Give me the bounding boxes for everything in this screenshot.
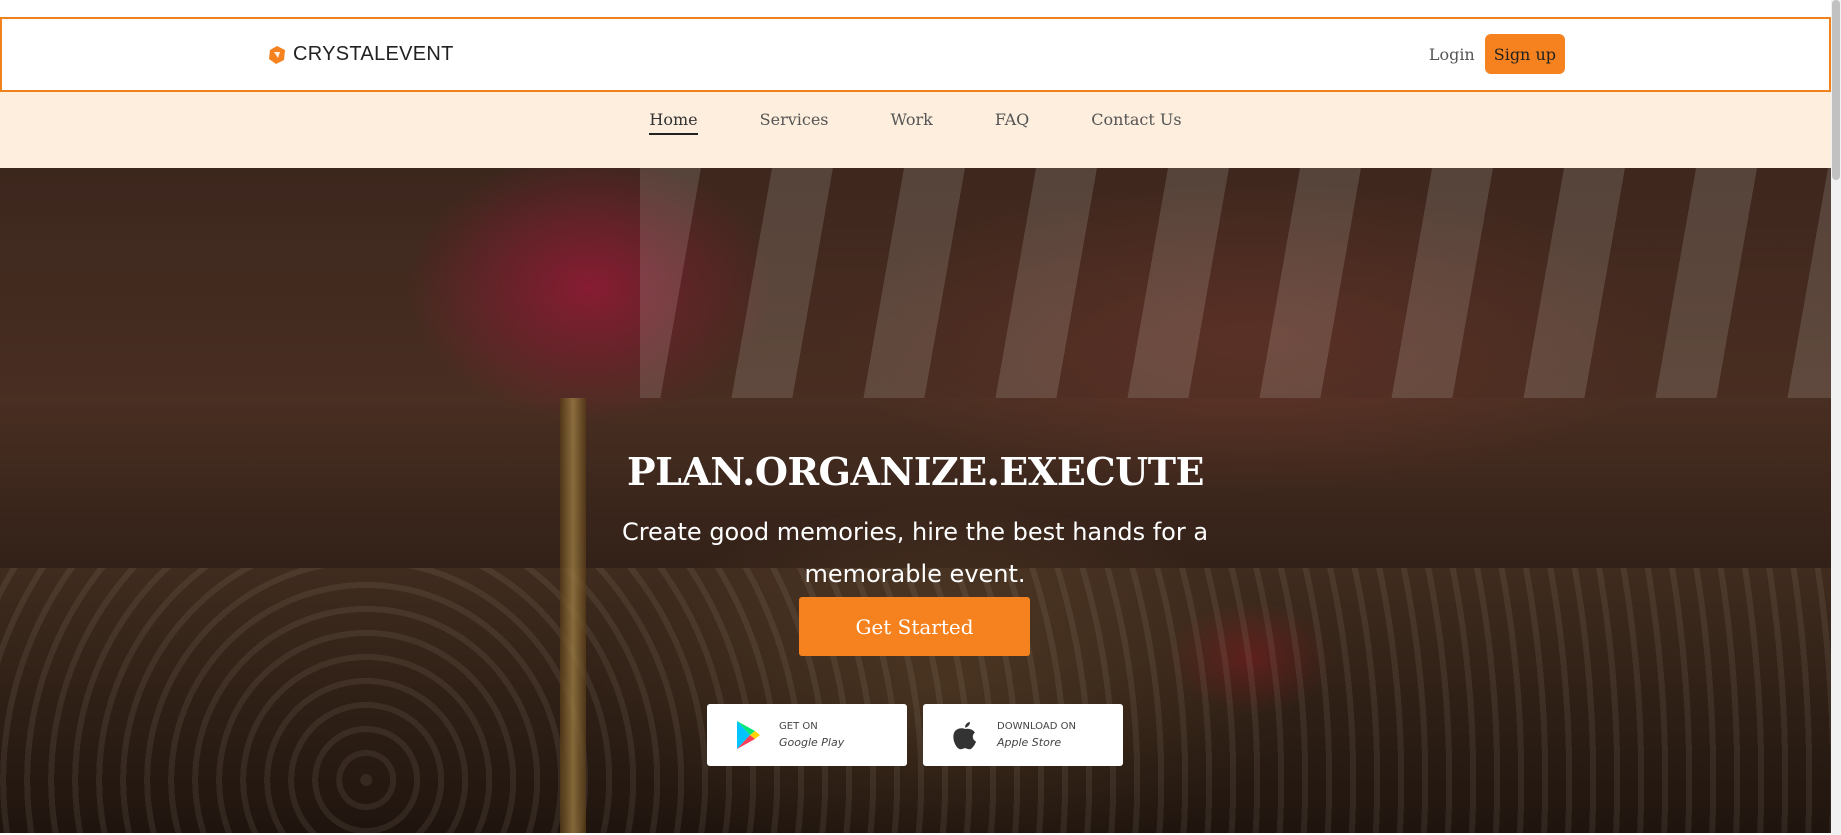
auth-actions: Login Sign up — [1427, 34, 1565, 74]
hero-title: PLAN.ORGANIZE.EXECUTE — [627, 449, 1204, 494]
crystal-logo-icon — [267, 45, 287, 65]
apple-store-button[interactable]: DOWNLOAD ON Apple Store — [923, 704, 1123, 766]
nav-item-faq[interactable]: FAQ — [995, 110, 1029, 133]
apple-store-text: DOWNLOAD ON Apple Store — [997, 719, 1076, 751]
nav-item-work[interactable]: Work — [891, 110, 933, 133]
nav-item-contact[interactable]: Contact Us — [1091, 110, 1181, 133]
hero-section: PLAN.ORGANIZE.EXECUTE Create good memori… — [0, 168, 1831, 833]
apple-icon — [951, 719, 979, 751]
google-play-icon — [735, 720, 761, 750]
brand-logo[interactable]: CRYSTALEVENT — [267, 43, 454, 66]
apple-store-top-label: DOWNLOAD ON — [997, 721, 1076, 732]
google-play-top-label: GET ON — [779, 721, 818, 732]
main-nav: Home Services Work FAQ Contact Us — [0, 92, 1831, 168]
page-scrollbar[interactable] — [1831, 0, 1841, 835]
brand-name: CRYSTALEVENT — [293, 43, 454, 65]
login-link[interactable]: Login — [1427, 45, 1477, 64]
google-play-text: GET ON Google Play — [779, 719, 844, 751]
hero-overlay — [0, 168, 1831, 833]
google-play-bottom-label: Google Play — [779, 736, 845, 749]
scrollbar-thumb[interactable] — [1832, 0, 1840, 180]
signup-button[interactable]: Sign up — [1484, 34, 1565, 74]
apple-store-bottom-label: Apple Store — [997, 736, 1062, 749]
nav-item-services[interactable]: Services — [760, 110, 829, 133]
get-started-button[interactable]: Get Started — [799, 597, 1030, 656]
google-play-button[interactable]: GET ON Google Play — [707, 704, 907, 766]
site-header: CRYSTALEVENT Login Sign up — [0, 17, 1831, 92]
hero-subtitle: Create good memories, hire the best hand… — [621, 518, 1209, 588]
nav-item-home[interactable]: Home — [649, 110, 698, 135]
